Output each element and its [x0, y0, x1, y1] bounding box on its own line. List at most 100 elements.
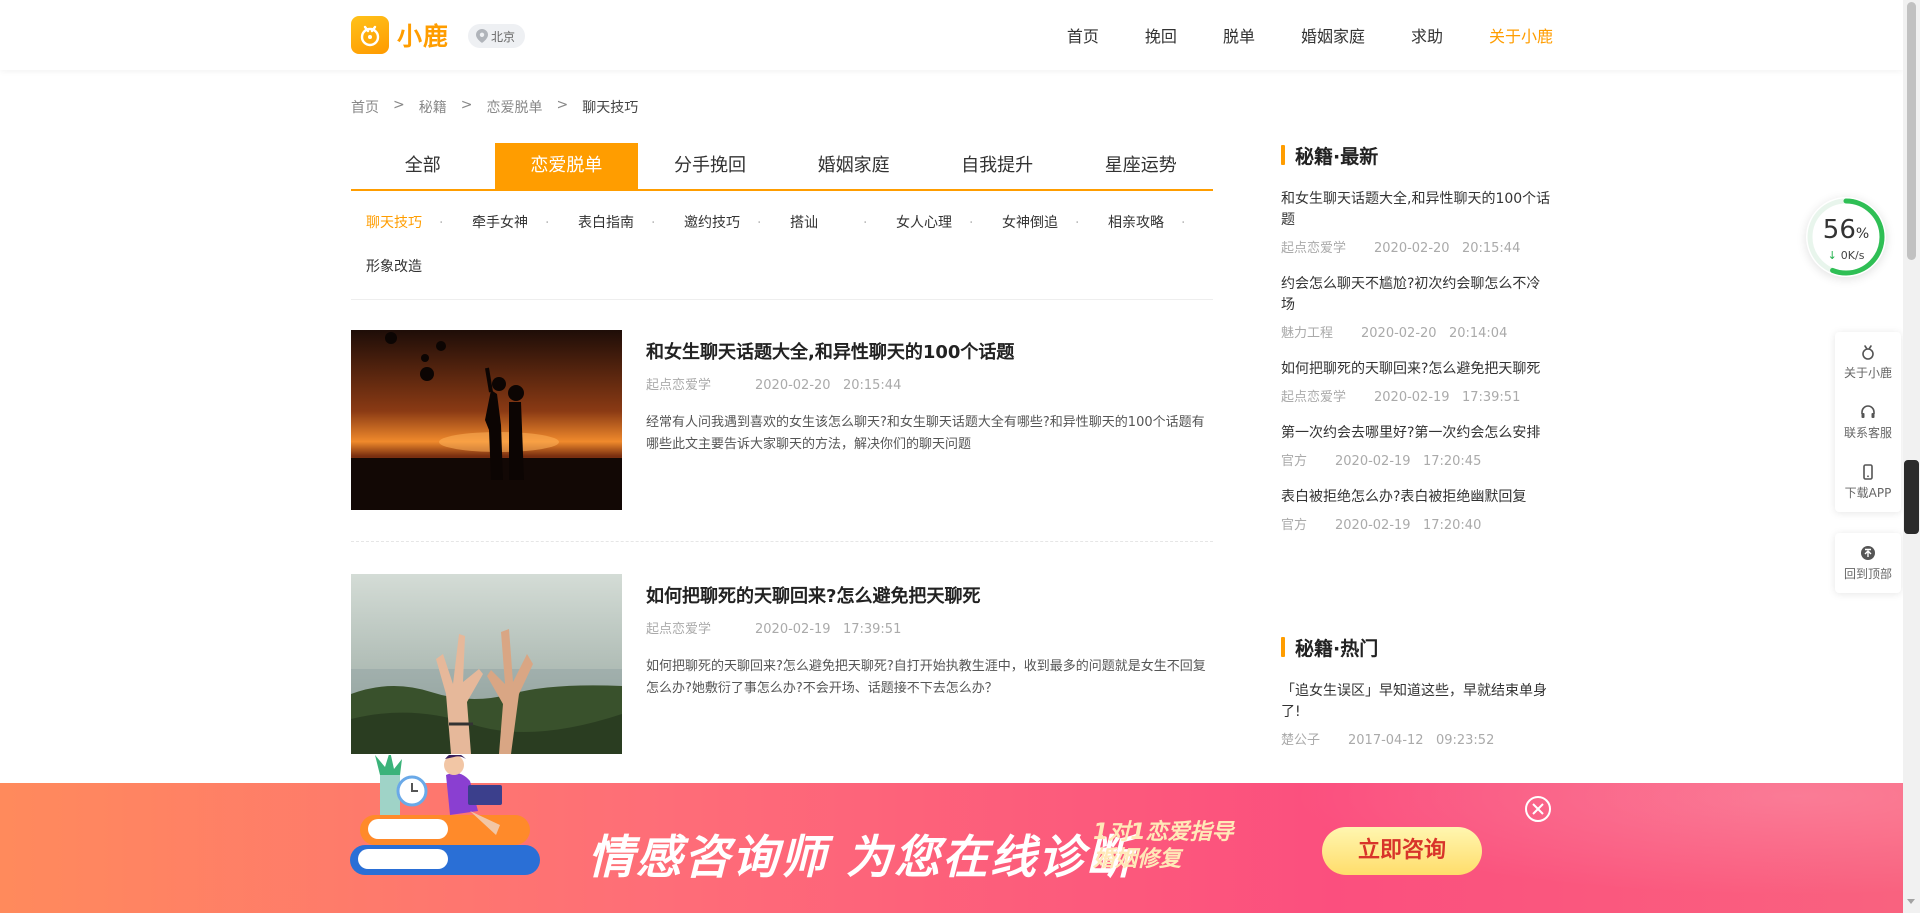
article-title[interactable]: 和女生聊天话题大全,和异性聊天的100个话题	[646, 338, 1014, 364]
sidebar-item-meta: 起点恋爱学 2020-02-19 17:39:51	[1281, 386, 1553, 405]
article-time: 2020-02-19 17:39:51	[755, 622, 902, 637]
subtab-item[interactable]: 相亲攻略 ·	[1093, 210, 1199, 254]
scroll-down-arrow-icon[interactable]	[1907, 899, 1915, 904]
sidebar-item-author: 官方	[1281, 454, 1308, 469]
sidebar-latest-item[interactable]: 表白被拒绝怎么办?表白被拒绝幽默回复 官方 2020-02-19 17:20:40	[1281, 487, 1553, 533]
subtab-dot: ·	[1181, 215, 1186, 231]
city-selector[interactable]: 北京	[468, 24, 526, 48]
sidebar-item-time: 2020-02-20 20:14:04	[1361, 326, 1508, 341]
nav-marriage[interactable]: 婚姻家庭	[1301, 23, 1365, 47]
sidebar-item-meta: 起点恋爱学 2020-02-20 20:15:44	[1281, 237, 1553, 256]
tab-dating[interactable]: 恋爱脱单	[494, 143, 639, 189]
page-scrollbar[interactable]	[1903, 0, 1920, 913]
top-header: 小鹿 北京 首页 挽回 脱单 婚姻家庭 求助 关于小鹿	[0, 0, 1903, 70]
back-to-top-button[interactable]: 回到顶部	[1835, 533, 1901, 593]
subtab-label: 表白指南	[578, 215, 634, 231]
subtab-item[interactable]: 搭讪 ·	[775, 210, 881, 254]
breadcrumb-sep: >	[460, 97, 473, 113]
tab-horoscope[interactable]: 星座运势	[1069, 143, 1213, 189]
tool-service[interactable]: 联系客服	[1835, 392, 1901, 452]
logo[interactable]: 小鹿	[351, 16, 449, 54]
tab-self-improve[interactable]: 自我提升	[925, 143, 1069, 189]
deer-logo-icon	[351, 16, 389, 54]
subtab-label: 搭讪	[790, 215, 818, 231]
tab-all[interactable]: 全部	[351, 143, 495, 189]
speed-percent-sign: %	[1855, 226, 1870, 242]
promo-banner[interactable]: 情感咨询师 为您在线诊断 1对1恋爱指导 婚姻修复 立即咨询	[0, 755, 1903, 913]
tool-service-label: 联系客服	[1843, 425, 1892, 440]
sidebar-item-meta: 魅力工程 2020-02-20 20:14:04	[1281, 322, 1553, 341]
speed-rate-value: 0K/s	[1840, 249, 1865, 262]
article-separator	[351, 541, 1213, 542]
tab-breakup[interactable]: 分手挽回	[638, 143, 782, 189]
nav-single[interactable]: 脱单	[1223, 23, 1255, 47]
subtab-item[interactable]: 女神倒追 ·	[987, 210, 1093, 254]
sidebar-latest-item[interactable]: 约会怎么聊天不尴尬?初次约会聊怎么不冷场 魅力工程 2020-02-20 20:1…	[1281, 274, 1553, 341]
sidebar-item-time: 2020-02-20 20:15:44	[1374, 241, 1521, 256]
article-author: 起点恋爱学	[646, 622, 712, 637]
subtab-item[interactable]: 聊天技巧 ·	[351, 210, 457, 254]
phone-icon	[1863, 463, 1873, 480]
sidebar-item-author: 楚公子	[1281, 733, 1321, 748]
sidebar-item-title[interactable]: 表白被拒绝怎么办?表白被拒绝幽默回复	[1281, 487, 1553, 508]
arrow-up-icon	[1861, 545, 1875, 560]
sidebar-hot: 秘籍·热门 「追女生误区」早知道这些，早就结束单身了! 楚公子 2017-04-1…	[1281, 633, 1553, 748]
article-title[interactable]: 如何把聊死的天聊回来?怎么避免把天聊死	[646, 582, 980, 608]
tab-marriage[interactable]: 婚姻家庭	[782, 143, 926, 189]
sidebar-item-title[interactable]: 如何把聊死的天聊回来?怎么避免把天聊死	[1281, 359, 1553, 380]
sidebar-latest-item[interactable]: 如何把聊死的天聊回来?怎么避免把天聊死 起点恋爱学 2020-02-19 17:3…	[1281, 359, 1553, 405]
subtab-item[interactable]: 邀约技巧 ·	[669, 210, 775, 254]
sidebar-hot-item[interactable]: 「追女生误区」早知道这些，早就结束单身了! 楚公子 2017-04-12 09:2…	[1281, 681, 1553, 748]
sidebar-item-title[interactable]: 「追女生误区」早知道这些，早就结束单身了!	[1281, 681, 1553, 723]
article-description: 如何把聊死的天聊回来?怎么避免把天聊死?自打开始执教生涯中，收到最多的问题就是女…	[646, 659, 1206, 696]
sidebar-latest-item[interactable]: 第一次约会去哪里好?第一次约会怎么安排 官方 2020-02-19 17:20:4…	[1281, 423, 1553, 469]
banner-subline-2: 婚姻修复	[1093, 847, 1182, 872]
deer-icon	[1862, 344, 1874, 360]
subtab-label: 牵手女神	[472, 215, 528, 231]
sidebar-item-author: 起点恋爱学	[1281, 241, 1347, 256]
subtab-dot: ·	[863, 215, 868, 231]
sidebar-hot-heading: 秘籍·热门	[1281, 633, 1553, 661]
close-icon[interactable]	[1524, 795, 1552, 823]
breadcrumb-sep: >	[393, 97, 405, 113]
divider	[351, 299, 1213, 300]
subtab-item[interactable]: 牵手女神 ·	[457, 210, 563, 254]
subtab-label: 相亲攻略	[1108, 215, 1164, 231]
breadcrumb-category[interactable]: 恋爱脱单	[486, 97, 542, 117]
banner-subline-1: 1对1恋爱指导	[1093, 820, 1234, 845]
nav-recover[interactable]: 挽回	[1145, 23, 1177, 47]
article-card[interactable]: 和女生聊天话题大全,和异性聊天的100个话题 起点恋爱学 2020-02-20 2…	[351, 330, 1213, 510]
speed-percent: 56%	[1806, 215, 1886, 245]
tool-about[interactable]: 关于小鹿	[1835, 332, 1901, 392]
consult-now-button[interactable]: 立即咨询	[1322, 827, 1482, 875]
subtab-item[interactable]: 形象改造	[351, 254, 457, 298]
banner-decoration	[1203, 783, 1903, 913]
sidebar-item-title[interactable]: 第一次约会去哪里好?第一次约会怎么安排	[1281, 423, 1553, 444]
headset-icon	[1861, 404, 1875, 418]
subtab-item[interactable]: 表白指南 ·	[563, 210, 669, 254]
breadcrumb-current: 聊天技巧	[582, 100, 639, 116]
subtab-item[interactable]: 女人心理 ·	[881, 210, 987, 254]
network-speed-widget[interactable]: 56% ↓ 0K/s	[1806, 197, 1886, 277]
tool-download-app-label: 下载APP	[1844, 485, 1892, 500]
sidebar-item-time: 2017-04-12 09:23:52	[1348, 733, 1495, 748]
subtab-dot: ·	[1075, 215, 1080, 231]
breadcrumb-home[interactable]: 首页	[351, 97, 379, 117]
nav-home[interactable]: 首页	[1067, 23, 1099, 47]
article-card[interactable]: 如何把聊死的天聊回来?怎么避免把天聊死 起点恋爱学 2020-02-19 17:3…	[351, 574, 1213, 754]
tool-download-app[interactable]: 下载APP	[1835, 452, 1901, 512]
sidebar-item-author: 魅力工程	[1281, 326, 1334, 341]
article-thumbnail[interactable]	[351, 330, 622, 510]
banner-illustration	[350, 755, 540, 875]
nav-about[interactable]: 关于小鹿	[1489, 23, 1553, 47]
nav-help[interactable]: 求助	[1411, 23, 1443, 47]
sidebar-latest-item[interactable]: 和女生聊天话题大全,和异性聊天的100个话题 起点恋爱学 2020-02-20 2…	[1281, 189, 1553, 256]
logo-text: 小鹿	[397, 22, 450, 51]
article-thumbnail[interactable]	[351, 574, 622, 754]
heading-accent-bar	[1281, 145, 1285, 165]
breadcrumb-guide[interactable]: 秘籍	[419, 97, 447, 117]
sidebar-item-title[interactable]: 约会怎么聊天不尴尬?初次约会聊怎么不冷场	[1281, 274, 1553, 316]
sidebar-item-title[interactable]: 和女生聊天话题大全,和异性聊天的100个话题	[1281, 189, 1553, 231]
scrollbar-thumb[interactable]	[1907, 2, 1916, 260]
subtab-label: 女人心理	[896, 215, 952, 231]
